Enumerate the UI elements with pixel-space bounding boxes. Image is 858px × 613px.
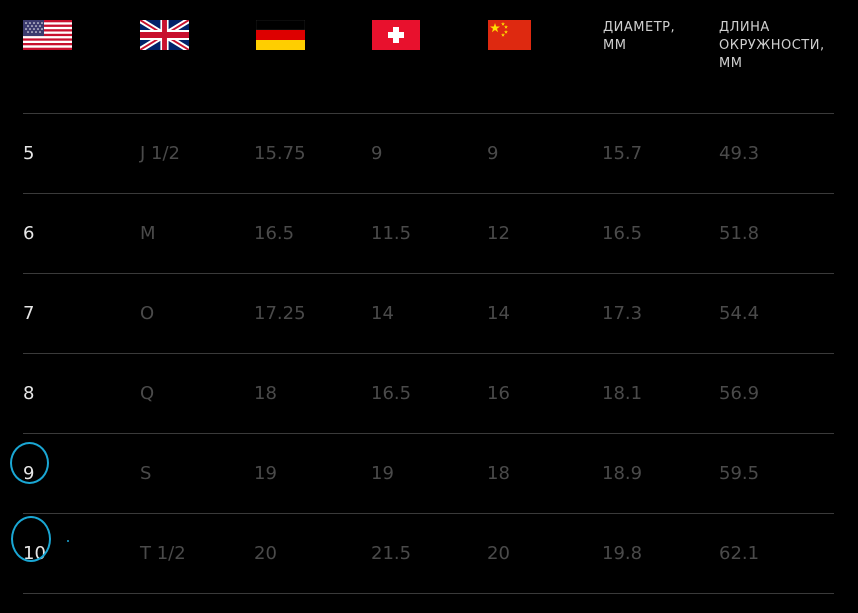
header-circumference-line1: ДЛИНА [719,20,770,35]
cell-circumference: 56.9 [719,383,760,404]
cell-de-size: 18 [254,383,277,404]
table-row: 8 Q 18 16.5 16 18.1 56.9 [0,354,858,434]
annotation-circle [11,516,51,562]
header-china [488,20,531,50]
cell-us-size: 6 [23,223,35,244]
header-us [23,20,72,50]
cell-ch-size: 19 [371,463,394,484]
cell-ch-size: 14 [371,303,394,324]
cell-cn-size: 16 [487,383,510,404]
table-row: 5 J 1/2 15.75 9 9 15.7 49.3 [0,114,858,194]
annotation-dot [67,540,69,542]
header-diameter: ДИАМЕТР, ММ [603,19,675,55]
cell-cn-size: 9 [487,143,499,164]
table-header: ДИАМЕТР, ММ ДЛИНА ОКРУЖНОСТИ, ММ [0,0,858,113]
cell-diameter: 18.1 [602,383,643,404]
ring-size-table: ДИАМЕТР, ММ ДЛИНА ОКРУЖНОСТИ, ММ 5 J 1/2… [0,0,858,613]
cell-uk-size: O [140,303,155,324]
cell-de-size: 15.75 [254,143,306,164]
table-row: 6 M 16.5 11.5 12 16.5 51.8 [0,194,858,274]
china-flag-icon [488,20,531,50]
germany-flag-icon [256,20,305,50]
header-circumference-line2: ОКРУЖНОСТИ, [719,38,825,53]
cell-circumference: 51.8 [719,223,760,244]
cell-uk-size: J 1/2 [140,143,180,164]
cell-uk-size: S [140,463,152,484]
cell-diameter: 19.8 [602,543,643,564]
cell-uk-size: M [140,223,156,244]
cell-diameter: 15.7 [602,143,643,164]
annotation-circle [10,442,49,484]
cell-circumference: 62.1 [719,543,760,564]
header-circumference: ДЛИНА ОКРУЖНОСТИ, ММ [719,19,825,73]
header-diameter-line1: ДИАМЕТР, [603,20,676,35]
cell-de-size: 20 [254,543,277,564]
cell-cn-size: 20 [487,543,510,564]
cell-diameter: 16.5 [602,223,643,244]
cell-circumference: 49.3 [719,143,760,164]
cell-cn-size: 12 [487,223,510,244]
header-uk [140,20,189,50]
cell-de-size: 16.5 [254,223,295,244]
cell-de-size: 19 [254,463,277,484]
cell-ch-size: 11.5 [371,223,412,244]
cell-diameter: 18.9 [602,463,643,484]
cell-us-size: 7 [23,303,35,324]
switzerland-flag-icon [372,20,420,50]
cell-cn-size: 18 [487,463,510,484]
cell-ch-size: 21.5 [371,543,412,564]
cell-diameter: 17.3 [602,303,643,324]
cell-de-size: 17.25 [254,303,306,324]
cell-ch-size: 16.5 [371,383,412,404]
cell-cn-size: 14 [487,303,510,324]
header-circumference-line3: ММ [719,56,743,71]
us-flag-icon [23,20,72,50]
table-row: 10 T 1/2 20 21.5 20 19.8 62.1 [0,514,858,594]
table-row: 9 S 19 19 18 18.9 59.5 [0,434,858,514]
table-row: 7 O 17.25 14 14 17.3 54.4 [0,274,858,354]
header-diameter-line2: ММ [603,38,627,53]
cell-us-size: 8 [23,383,35,404]
cell-ch-size: 9 [371,143,383,164]
header-germany [256,20,305,50]
header-switzerland [372,20,420,50]
uk-flag-icon [140,20,189,50]
cell-uk-size: Q [140,383,155,404]
cell-circumference: 59.5 [719,463,760,484]
cell-circumference: 54.4 [719,303,760,324]
cell-uk-size: T 1/2 [140,543,186,564]
cell-us-size: 5 [23,143,35,164]
